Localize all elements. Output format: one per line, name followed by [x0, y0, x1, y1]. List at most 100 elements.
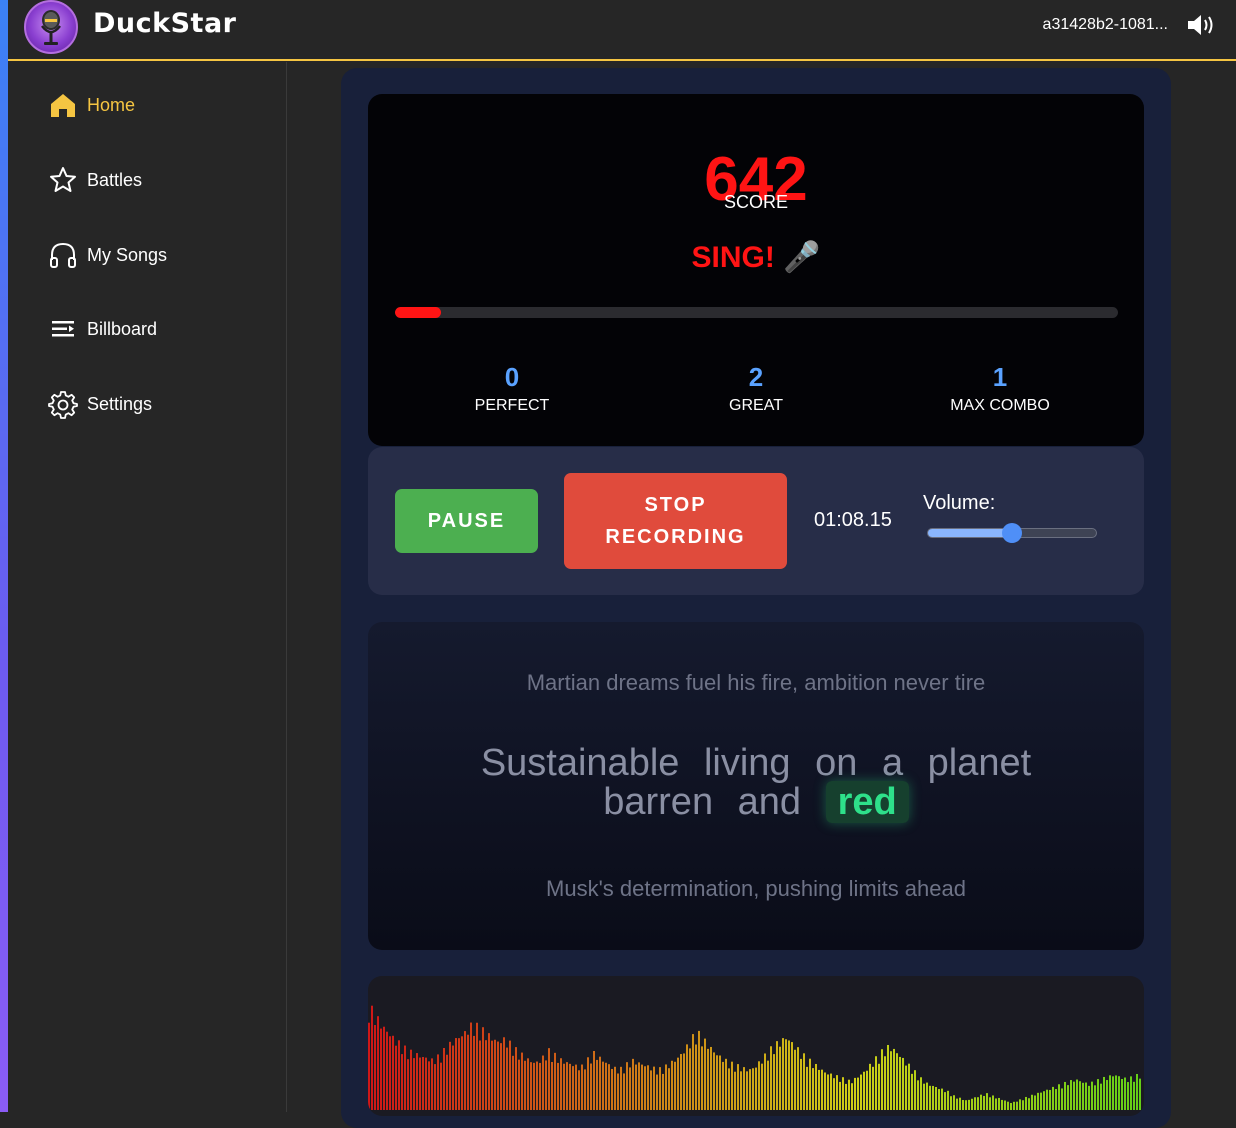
visualizer-bar: [899, 1056, 901, 1110]
sidebar-item-my-songs[interactable]: My Songs: [48, 237, 167, 273]
visualizer-bar: [485, 1040, 487, 1110]
visualizer-bar: [407, 1059, 409, 1110]
sidebar-item-label: Settings: [87, 393, 153, 414]
visualizer-bar: [371, 1005, 373, 1110]
visualizer-bar: [674, 1061, 676, 1110]
visualizer-bar: [521, 1052, 523, 1110]
sidebar-item-billboard[interactable]: Billboard: [48, 311, 157, 347]
visualizer-bar: [1139, 1078, 1141, 1110]
visualizer-bar: [374, 1025, 376, 1110]
visualizer-bar: [776, 1041, 778, 1110]
visualizer-bar: [692, 1034, 694, 1110]
visualizer-bar: [398, 1040, 400, 1110]
visualizer-bar: [473, 1035, 475, 1110]
visualizer-bar: [944, 1092, 946, 1110]
visualizer-bar: [932, 1085, 934, 1110]
visualizer-bar: [467, 1034, 469, 1110]
home-icon: [51, 94, 75, 117]
visualizer-bar: [998, 1097, 1000, 1110]
visualizer-bar: [416, 1053, 418, 1110]
visualizer-bar: [401, 1054, 403, 1110]
visualizer-bar: [575, 1064, 577, 1110]
visualizer-bar: [683, 1053, 685, 1110]
visualizer-bar: [551, 1061, 553, 1110]
visualizer-bar: [863, 1071, 865, 1110]
visualizer-bar: [380, 1028, 382, 1110]
visualizer-bar: [1082, 1082, 1084, 1110]
visualizer-bar: [728, 1068, 730, 1110]
pause-button[interactable]: PAUSE: [395, 489, 538, 553]
visualizer-bar: [896, 1053, 898, 1110]
sidebar-item-home[interactable]: Home: [48, 87, 135, 123]
visualizer-bar: [950, 1096, 952, 1110]
visualizer-bar: [656, 1074, 658, 1110]
lyric-current-text: Sustainable living on a planet barren an…: [480, 742, 1032, 823]
visualizer-bar: [1067, 1085, 1069, 1110]
visualizer-bar: [494, 1039, 496, 1110]
score-label: SCORE: [723, 192, 788, 212]
stop-recording-button[interactable]: STOP RECORDING: [564, 473, 787, 569]
visualizer-bar: [626, 1062, 628, 1110]
visualizer-bar: [548, 1048, 550, 1110]
headphones-icon: [50, 242, 76, 268]
visualizer-bar: [767, 1060, 769, 1110]
visualizer-bar: [1076, 1079, 1078, 1110]
visualizer-bar: [920, 1077, 922, 1110]
visualizer-bar: [533, 1062, 535, 1110]
visualizer-bar: [638, 1062, 640, 1110]
stat-max-combo: 1 MAX COMBO: [900, 362, 1100, 415]
visualizer-bar: [377, 1016, 379, 1110]
visualizer-bar: [992, 1095, 994, 1110]
visualizer-bar: [1016, 1101, 1018, 1110]
visualizer-bar: [782, 1038, 784, 1110]
visualizer-bar: [695, 1044, 697, 1110]
visualizer-bar: [662, 1073, 664, 1110]
visualizer-bar: [1052, 1086, 1054, 1110]
visualizer-bar: [557, 1062, 559, 1110]
visualizer-bar: [803, 1053, 805, 1110]
visualizer-bar: [608, 1064, 610, 1110]
visualizer-bar: [512, 1055, 514, 1110]
sidebar: Home Battles My Songs Billboard Settings: [8, 62, 287, 1112]
speaker-icon[interactable]: [1186, 12, 1216, 38]
visualizer-bar: [884, 1056, 886, 1110]
visualizer-bar: [812, 1068, 814, 1110]
visualizer-bar: [509, 1040, 511, 1110]
visualizer-bar: [1010, 1103, 1012, 1110]
user-id[interactable]: a31428b2-1081...: [1043, 16, 1168, 34]
visualizer-bar: [758, 1061, 760, 1110]
visualizer-bar: [1097, 1079, 1099, 1110]
visualizer-bar: [497, 1041, 499, 1110]
sidebar-item-label: Battles: [87, 169, 143, 190]
visualizer-bar: [1034, 1095, 1036, 1110]
visualizer-bar: [917, 1080, 919, 1110]
visualizer-bar: [653, 1066, 655, 1110]
visualizer-bar: [971, 1098, 973, 1110]
visualizer-bar: [635, 1064, 637, 1110]
visualizer-bar: [614, 1066, 616, 1110]
stat-value: 1: [992, 362, 1008, 392]
visualizer-bar: [500, 1043, 502, 1110]
visualizer-bar: [563, 1063, 565, 1110]
sidebar-item-battles[interactable]: Battles: [48, 162, 142, 198]
visualizer-bar: [731, 1061, 733, 1110]
sidebar-item-settings[interactable]: Settings: [48, 386, 152, 422]
visualizer-bar: [983, 1095, 985, 1110]
visualizer-bar: [746, 1071, 748, 1110]
visualizer-bar: [650, 1070, 652, 1110]
song-progress-bar: [395, 307, 1118, 318]
gear-icon: [48, 391, 78, 419]
visualizer-bar: [1061, 1088, 1063, 1110]
visualizer-bar: [518, 1059, 520, 1110]
stat-label: MAX COMBO: [950, 397, 1050, 414]
volume-slider[interactable]: [927, 523, 1097, 543]
visualizer-bar: [632, 1058, 634, 1110]
star-icon: [50, 167, 76, 192]
visualizer-bar: [389, 1036, 391, 1110]
app-logo[interactable]: [24, 0, 78, 54]
visualizer-bar: [701, 1046, 703, 1110]
visualizer-bar: [980, 1094, 982, 1110]
visualizer-bar: [1094, 1085, 1096, 1110]
volume-slider-thumb[interactable]: [1002, 523, 1022, 543]
visualizer-bar: [764, 1053, 766, 1110]
